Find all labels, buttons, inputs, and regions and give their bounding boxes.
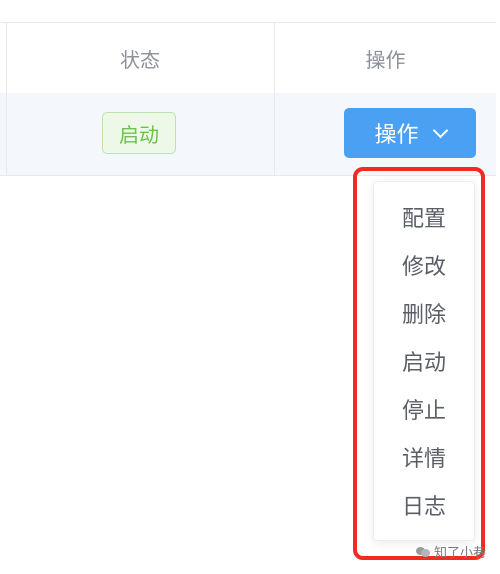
chevron-down-icon: [432, 122, 448, 138]
menu-item-logs[interactable]: 日志: [374, 482, 474, 528]
actions-dropdown-button[interactable]: 操作: [344, 108, 476, 158]
menu-item-edit[interactable]: 修改: [374, 242, 474, 288]
actions-dropdown-menu: 配置 修改 删除 启动 停止 详情 日志: [373, 181, 475, 541]
table-header-row: 状态 操作: [0, 22, 496, 94]
status-badge: 启动: [102, 112, 176, 154]
menu-item-details[interactable]: 详情: [374, 434, 474, 480]
column-divider: [6, 93, 7, 175]
watermark: 知了小巷: [416, 541, 486, 561]
menu-item-config[interactable]: 配置: [374, 194, 474, 240]
actions-column-header: 操作: [365, 47, 406, 72]
column-divider: [6, 23, 7, 93]
menu-item-stop[interactable]: 停止: [374, 386, 474, 432]
watermark-text: 知了小巷: [434, 545, 487, 561]
wechat-icon: [416, 545, 430, 557]
column-divider: [274, 93, 275, 175]
menu-item-delete[interactable]: 删除: [374, 290, 474, 336]
table-row[interactable]: 启动 操作: [0, 93, 496, 176]
status-column-header: 状态: [120, 47, 160, 72]
menu-item-start[interactable]: 启动: [374, 338, 474, 384]
actions-button-label: 操作: [374, 123, 419, 148]
